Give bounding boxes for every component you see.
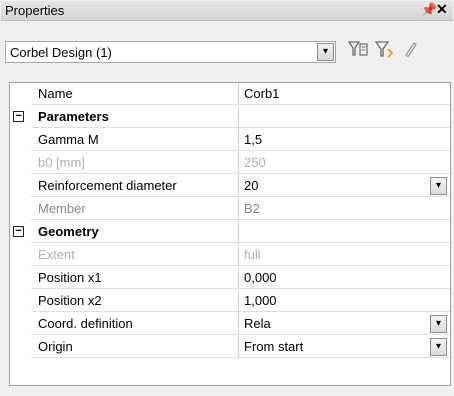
property-value[interactable]: Rela ▾ (239, 313, 450, 335)
chevron-down-icon[interactable]: ▾ (430, 315, 447, 333)
property-value (239, 106, 450, 128)
collapse-icon[interactable]: − (13, 226, 24, 237)
property-name: Gamma M (31, 129, 239, 151)
filter-select-icon[interactable] (346, 39, 370, 63)
panel-title: Properties (5, 3, 65, 18)
chevron-down-icon[interactable]: ▾ (430, 338, 447, 356)
property-name: Origin (31, 336, 239, 358)
property-row[interactable]: Position x2 1,000 (10, 290, 450, 313)
property-row[interactable]: Member B2 (10, 198, 450, 221)
chevron-down-icon[interactable]: ▾ (317, 43, 334, 61)
property-value[interactable]: B2 (239, 198, 450, 220)
property-row[interactable]: Gamma M 1,5 (10, 129, 450, 152)
property-name: b0 [mm] (31, 152, 239, 174)
property-row[interactable]: Extent full (10, 244, 450, 267)
property-value[interactable]: 1,5 (239, 129, 450, 151)
property-value[interactable]: 1,000 (239, 290, 450, 312)
property-value[interactable]: 250 (239, 152, 450, 174)
toolbar: Corbel Design (1) ▾ (0, 22, 454, 72)
properties-panel: Properties 📌 ✕ Corbel Design (1) ▾ Name … (0, 0, 454, 396)
close-icon[interactable]: ✕ (436, 1, 448, 18)
property-value (239, 221, 450, 243)
property-value[interactable]: full (239, 244, 450, 266)
property-name: Reinforcement diameter (31, 175, 239, 197)
property-name: Extent (31, 244, 239, 266)
property-name: Coord. definition (31, 313, 239, 335)
panel-title-bar[interactable]: Properties 📌 ✕ (1, 1, 453, 21)
category-row[interactable]: − Geometry (10, 221, 450, 244)
object-selector[interactable]: Corbel Design (1) ▾ (5, 41, 336, 63)
category-label: Parameters (31, 106, 239, 128)
category-row[interactable]: − Parameters (10, 106, 450, 129)
property-row[interactable]: Position x1 0,000 (10, 267, 450, 290)
property-row[interactable]: b0 [mm] 250 (10, 152, 450, 175)
pin-icon[interactable]: 📌 (421, 2, 437, 18)
property-name: Position x2 (31, 290, 239, 312)
property-value[interactable]: Corb1 (239, 83, 450, 105)
collapse-icon[interactable]: − (13, 111, 24, 122)
property-row[interactable]: Origin From start ▾ (10, 336, 450, 359)
edit-pencil-icon[interactable] (398, 39, 422, 63)
object-selector-value: Corbel Design (1) (10, 45, 112, 60)
property-value[interactable]: 0,000 (239, 267, 450, 289)
property-row[interactable]: Name Corb1 (10, 83, 450, 106)
property-row[interactable]: Coord. definition Rela ▾ (10, 313, 450, 336)
property-value[interactable]: 20 ▾ (239, 175, 450, 197)
filter-add-icon[interactable] (373, 39, 397, 63)
property-name: Position x1 (31, 267, 239, 289)
category-label: Geometry (31, 221, 239, 243)
chevron-down-icon[interactable]: ▾ (430, 177, 447, 195)
property-name: Member (31, 198, 239, 220)
property-value[interactable]: From start ▾ (239, 336, 450, 358)
property-grid[interactable]: Name Corb1− Parameters Gamma M 1,5 b0 [mm] 250… (9, 82, 451, 386)
property-row[interactable]: Reinforcement diameter 20 ▾ (10, 175, 450, 198)
property-name: Name (31, 83, 239, 105)
